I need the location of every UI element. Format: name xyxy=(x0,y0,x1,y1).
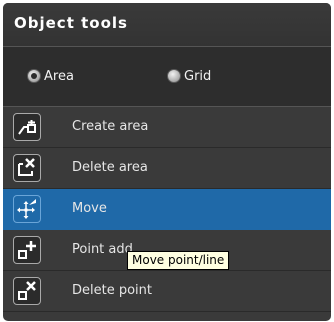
radio-area-label[interactable]: Area xyxy=(44,69,74,84)
tool-move[interactable]: Move xyxy=(3,189,331,230)
mode-selector: Area Grid xyxy=(3,47,331,107)
object-tools-panel: Object tools Area Grid Create area Delet… xyxy=(3,3,331,321)
tool-move-label: Move xyxy=(72,201,107,216)
tool-point-add-label: Point add xyxy=(72,242,133,257)
tool-delete-point-label: Delete point xyxy=(72,283,152,298)
tool-delete-point[interactable]: Delete point xyxy=(3,271,331,312)
tool-create-area-label: Create area xyxy=(72,119,149,134)
radio-area-indicator[interactable] xyxy=(27,69,41,83)
panel-header: Object tools xyxy=(3,3,331,47)
tool-delete-area-label: Delete area xyxy=(72,160,148,175)
tool-create-area[interactable]: Create area xyxy=(3,107,331,148)
move-icon[interactable] xyxy=(13,195,41,223)
radio-area[interactable]: Area xyxy=(27,68,74,84)
create-area-icon[interactable] xyxy=(13,113,41,141)
radio-grid[interactable]: Grid xyxy=(167,68,211,84)
point-add-icon[interactable] xyxy=(13,236,41,264)
move-tooltip: Move point/line xyxy=(127,251,230,270)
delete-area-icon[interactable] xyxy=(13,154,41,182)
radio-grid-indicator[interactable] xyxy=(167,69,181,83)
tool-delete-area[interactable]: Delete area xyxy=(3,148,331,189)
panel-title: Object tools xyxy=(14,14,128,32)
delete-point-icon[interactable] xyxy=(13,277,41,305)
radio-grid-label[interactable]: Grid xyxy=(184,69,211,84)
